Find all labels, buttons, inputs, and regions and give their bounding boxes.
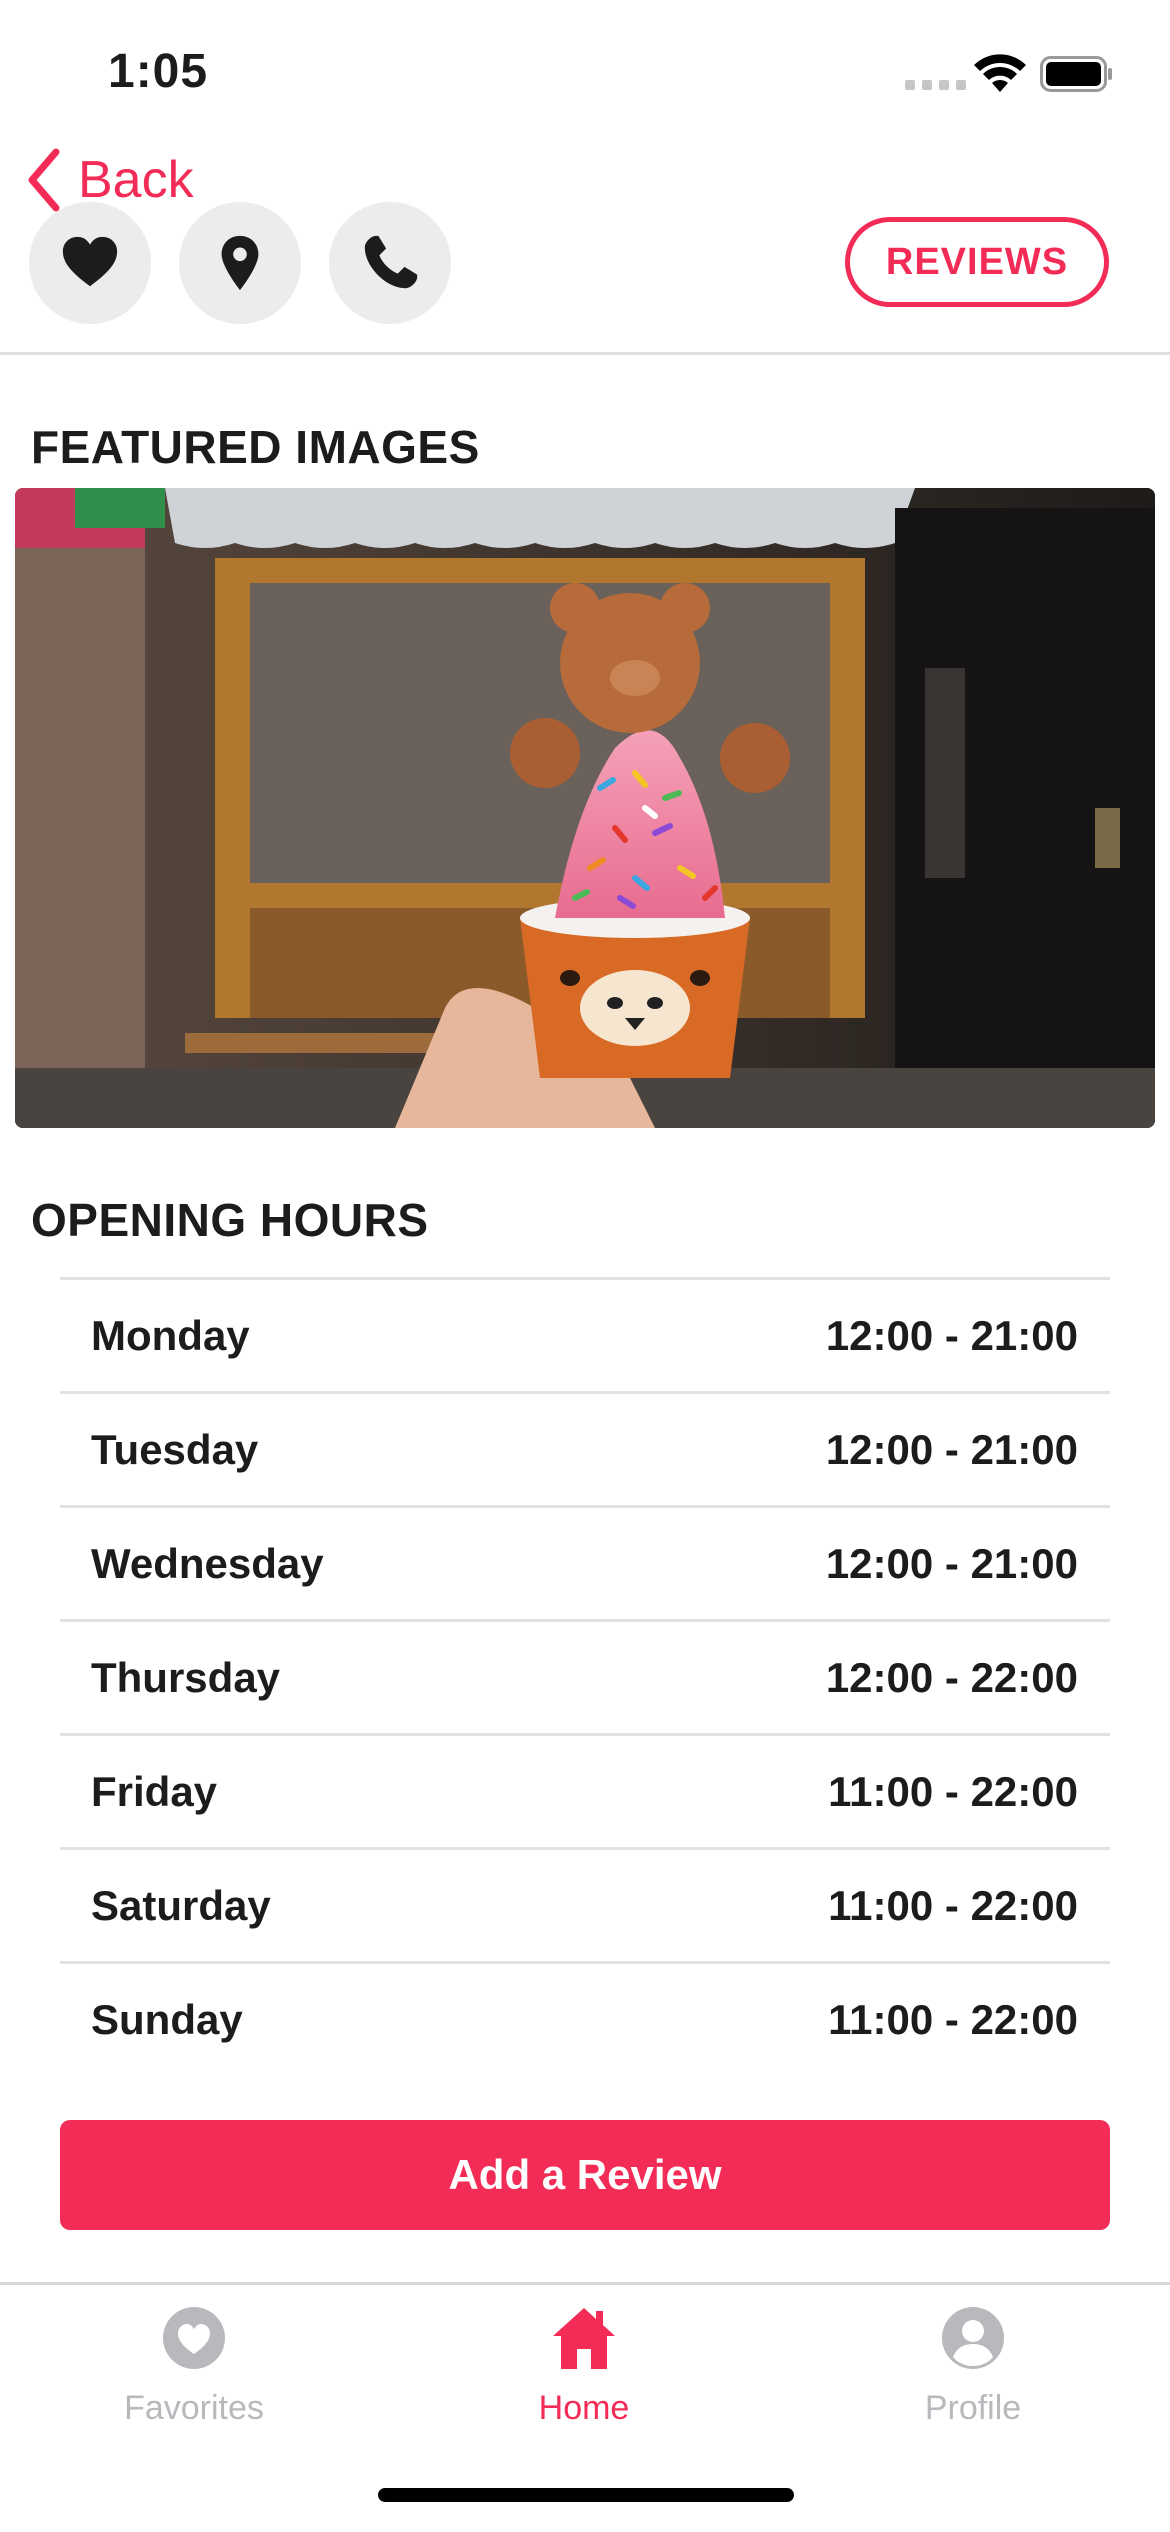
chevron-left-icon — [28, 148, 60, 212]
day-label: Friday — [91, 1767, 218, 1815]
time-range: 12:00 - 22:00 — [825, 1653, 1078, 1701]
hours-row-monday: Monday 12:00 - 21:00 — [60, 1277, 1110, 1391]
tab-label: Profile — [924, 2389, 1022, 2427]
restaurant-detail-screen: 1:05 Back REVIEWS FEATURED IMAGES OPENIN… — [0, 0, 1170, 2532]
status-time: 1:05 — [108, 45, 209, 98]
tab-label: Favorites — [124, 2389, 264, 2427]
hours-row-friday: Friday 11:00 - 22:00 — [60, 1733, 1110, 1847]
time-range: 12:00 - 21:00 — [825, 1311, 1078, 1359]
heart-icon — [62, 236, 118, 287]
ice-cream-photo — [15, 488, 1155, 1128]
home-indicator — [378, 2488, 794, 2502]
time-range: 11:00 - 22:00 — [828, 1995, 1078, 2043]
tab-label: Home — [538, 2389, 630, 2427]
battery-icon — [1040, 56, 1112, 92]
tab-profile[interactable]: Profile — [823, 2305, 1123, 2428]
status-bar: 1:05 — [0, 0, 1170, 140]
featured-image[interactable] — [15, 488, 1155, 1128]
hours-row-sunday: Sunday 11:00 - 22:00 — [60, 1961, 1110, 2075]
home-icon — [553, 2308, 615, 2369]
phone-icon — [364, 235, 418, 289]
heart-circle-icon — [163, 2307, 225, 2369]
tab-favorites[interactable]: Favorites — [44, 2305, 344, 2428]
call-button[interactable] — [329, 202, 451, 324]
time-range: 11:00 - 22:00 — [828, 1767, 1078, 1815]
back-label: Back — [78, 151, 194, 209]
hours-row-tuesday: Tuesday 12:00 - 21:00 — [60, 1391, 1110, 1505]
day-label: Monday — [91, 1311, 250, 1359]
hours-row-saturday: Saturday 11:00 - 22:00 — [60, 1847, 1110, 1961]
add-review-button[interactable]: Add a Review — [60, 2120, 1110, 2230]
opening-hours-title: OPENING HOURS — [31, 1194, 429, 1246]
day-label: Wednesday — [91, 1539, 324, 1587]
tab-home[interactable]: Home — [434, 2305, 734, 2428]
header-divider — [0, 352, 1170, 355]
map-pin-icon — [221, 235, 259, 291]
hours-row-thursday: Thursday 12:00 - 22:00 — [60, 1619, 1110, 1733]
favorite-button[interactable] — [29, 202, 151, 324]
day-label: Tuesday — [91, 1425, 259, 1473]
time-range: 12:00 - 21:00 — [825, 1425, 1078, 1473]
cellular-signal-icon — [905, 80, 966, 90]
featured-images-title: FEATURED IMAGES — [31, 421, 480, 473]
location-button[interactable] — [179, 202, 301, 324]
time-range: 12:00 - 21:00 — [825, 1539, 1078, 1587]
day-label: Sunday — [91, 1995, 243, 2043]
hours-row-wednesday: Wednesday 12:00 - 21:00 — [60, 1505, 1110, 1619]
profile-icon — [942, 2307, 1004, 2369]
day-label: Thursday — [91, 1653, 281, 1701]
reviews-button[interactable]: REVIEWS — [845, 217, 1109, 307]
opening-hours-list: Monday 12:00 - 21:00 Tuesday 12:00 - 21:… — [60, 1277, 1110, 2075]
time-range: 11:00 - 22:00 — [828, 1881, 1078, 1929]
wifi-icon — [974, 54, 1026, 92]
day-label: Saturday — [91, 1881, 271, 1929]
